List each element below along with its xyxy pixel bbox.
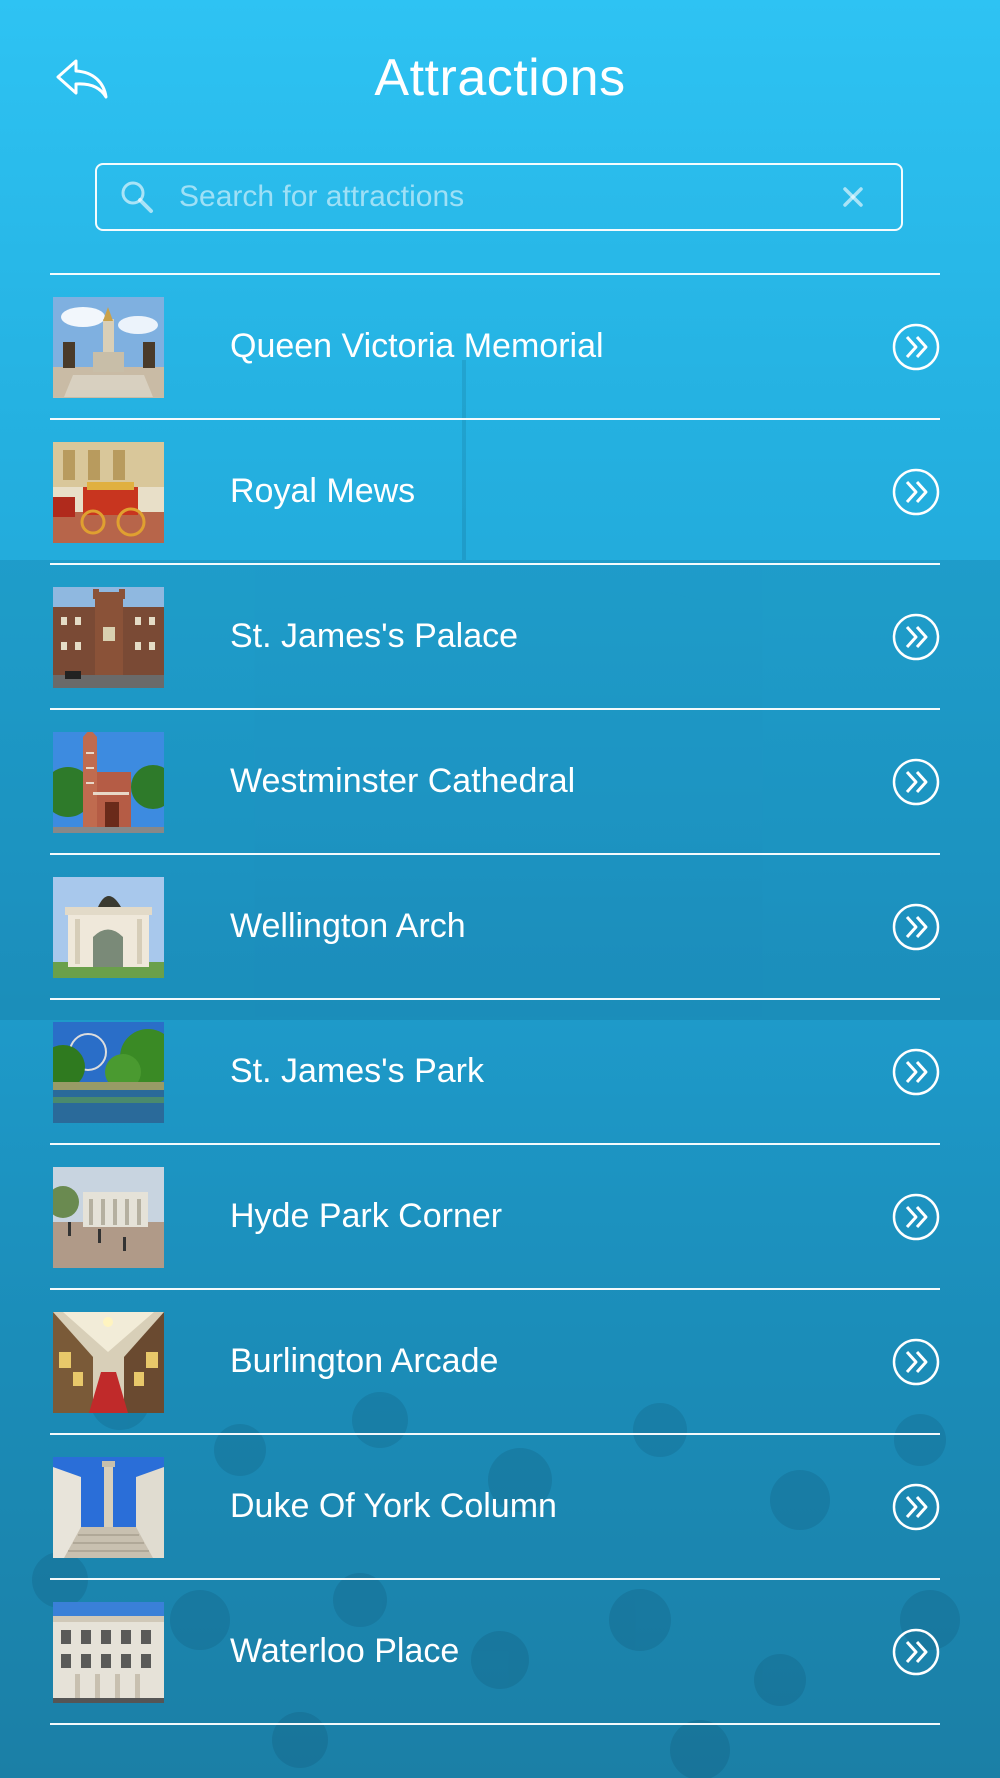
list-item[interactable]: Westminster Cathedral — [50, 710, 940, 853]
cathedral-thumbnail — [53, 732, 164, 833]
search-icon — [117, 177, 157, 217]
list-item[interactable]: Duke Of York Column — [50, 1435, 940, 1578]
search-bar — [95, 163, 903, 231]
attraction-name: Duke Of York Column — [230, 1487, 557, 1525]
page-title: Attractions — [374, 49, 626, 107]
attraction-name: Hyde Park Corner — [230, 1197, 503, 1235]
building-thumbnail — [53, 1602, 164, 1703]
park-thumbnail — [53, 1022, 164, 1123]
list-item[interactable]: Wellington Arch — [50, 855, 940, 998]
list-item[interactable]: Waterloo Place — [50, 1580, 940, 1723]
gate-thumbnail — [53, 1167, 164, 1268]
attraction-name: St. James's Palace — [230, 617, 519, 655]
double-chevron-circle-icon[interactable] — [892, 1338, 940, 1386]
divider — [50, 1723, 940, 1725]
column-thumbnail — [53, 1457, 164, 1558]
list-item[interactable]: Hyde Park Corner — [50, 1145, 940, 1288]
double-chevron-circle-icon[interactable] — [892, 613, 940, 661]
list-item[interactable]: Queen Victoria Memorial — [50, 275, 940, 418]
attractions-list: Queen Victoria Memorial Royal Mews St. J… — [50, 273, 940, 1725]
list-item[interactable]: Burlington Arcade — [50, 1290, 940, 1433]
palace-thumbnail — [53, 587, 164, 688]
memorial-thumbnail — [53, 297, 164, 398]
attraction-name: St. James's Park — [230, 1052, 485, 1090]
attraction-name: Wellington Arch — [230, 907, 466, 945]
attraction-name: Westminster Cathedral — [230, 762, 576, 800]
double-chevron-circle-icon[interactable] — [892, 1628, 940, 1676]
carriage-thumbnail — [53, 442, 164, 543]
list-item[interactable]: St. James's Park — [50, 1000, 940, 1143]
double-chevron-circle-icon[interactable] — [892, 1193, 940, 1241]
list-item[interactable]: Royal Mews — [50, 420, 940, 563]
list-item[interactable]: St. James's Palace — [50, 565, 940, 708]
header: Attractions — [0, 0, 1000, 160]
double-chevron-circle-icon[interactable] — [892, 1048, 940, 1096]
double-chevron-circle-icon[interactable] — [892, 468, 940, 516]
clear-x-icon[interactable] — [833, 177, 873, 217]
attraction-name: Waterloo Place — [230, 1632, 460, 1670]
search-input[interactable] — [177, 166, 833, 228]
attraction-name: Burlington Arcade — [230, 1342, 499, 1380]
attraction-name: Queen Victoria Memorial — [230, 327, 604, 365]
attraction-name: Royal Mews — [230, 472, 416, 510]
arcade-thumbnail — [53, 1312, 164, 1413]
double-chevron-circle-icon[interactable] — [892, 758, 940, 806]
double-chevron-circle-icon[interactable] — [892, 1483, 940, 1531]
arch-thumbnail — [53, 877, 164, 978]
double-chevron-circle-icon[interactable] — [892, 903, 940, 951]
double-chevron-circle-icon[interactable] — [892, 323, 940, 371]
